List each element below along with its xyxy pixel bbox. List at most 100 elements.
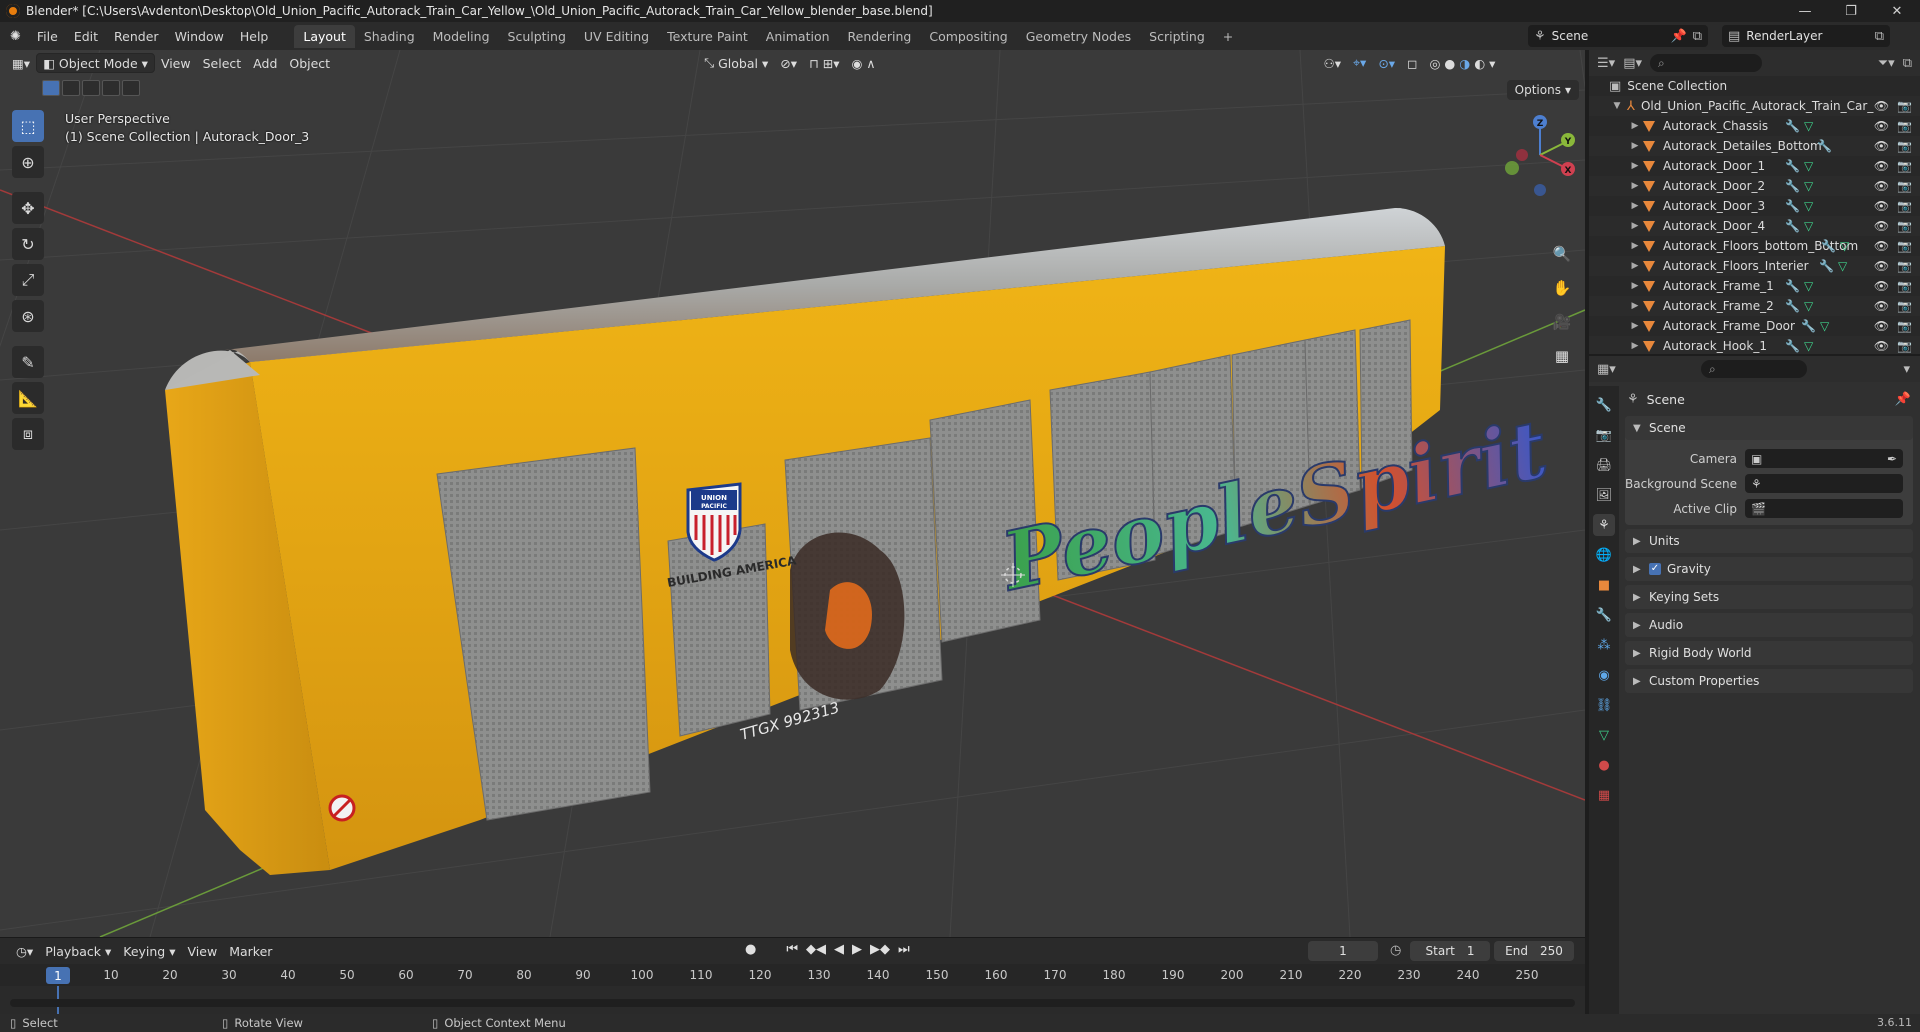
filter-icon[interactable]: ⏷▾ xyxy=(1878,57,1895,70)
next-keyframe-icon[interactable]: ▶◆ xyxy=(870,942,890,957)
camera-icon[interactable]: 📷 xyxy=(1897,179,1912,193)
camera-icon[interactable]: 📷 xyxy=(1897,219,1912,233)
gizmo-toggle-icon[interactable]: ⌖▾ xyxy=(1347,53,1372,73)
units-panel-header[interactable]: ▶ Units xyxy=(1625,529,1913,553)
eye-icon[interactable]: 👁 xyxy=(1874,319,1889,333)
outliner-search-input[interactable]: ⌕ xyxy=(1650,54,1762,72)
xray-icon[interactable]: ◻ xyxy=(1401,53,1423,73)
jump-start-icon[interactable]: ⏮ xyxy=(786,942,798,957)
expand-arrow-icon[interactable]: ▶ xyxy=(1629,321,1641,331)
eye-icon[interactable]: 👁 xyxy=(1874,159,1889,173)
camera-icon[interactable]: 📷 xyxy=(1897,339,1912,353)
properties-editor-type-icon[interactable]: ▦▾ xyxy=(1597,363,1616,376)
object-tab-icon[interactable]: ■ xyxy=(1593,574,1615,596)
world-tab-icon[interactable]: 🌐 xyxy=(1593,544,1615,566)
pan-hand-icon[interactable]: ✋ xyxy=(1548,274,1576,302)
scene-selector[interactable]: ⚘ Scene 📌 ⧉ xyxy=(1528,25,1708,47)
tab-shading[interactable]: Shading xyxy=(355,25,424,48)
expand-arrow-icon[interactable]: ▶ xyxy=(1629,161,1641,171)
select-subtract-icon[interactable] xyxy=(82,80,100,96)
play-reverse-icon[interactable]: ◀ xyxy=(834,942,844,957)
zoom-icon[interactable]: 🔍 xyxy=(1548,240,1576,268)
modifier-icon[interactable]: 🔧 xyxy=(1785,279,1800,293)
camera-icon[interactable]: 📷 xyxy=(1897,299,1912,313)
outliner-item[interactable]: ▶ Autorack_Hook_1 🔧 ▽ 👁 📷 xyxy=(1589,336,1920,354)
expand-arrow-icon[interactable]: ▶ xyxy=(1629,261,1641,271)
data-tab-icon[interactable]: ▽ xyxy=(1593,724,1615,746)
active-clip-field[interactable]: 🎬 xyxy=(1745,499,1903,518)
options-button[interactable]: Options ▾ xyxy=(1506,80,1579,100)
chevron-down-icon[interactable]: ▾ xyxy=(1903,363,1910,376)
mesh-data-icon[interactable]: ▽ xyxy=(1804,279,1813,293)
playback-menu[interactable]: Playback ▾ xyxy=(39,941,117,961)
tab-animation[interactable]: Animation xyxy=(757,25,839,48)
outliner-item[interactable]: ▶ Autorack_Door_3 🔧 ▽ 👁 📷 xyxy=(1589,196,1920,216)
eye-icon[interactable]: 👁 xyxy=(1874,99,1889,113)
camera-icon[interactable]: 📷 xyxy=(1897,99,1912,113)
scene-panel-header[interactable]: ▼ Scene xyxy=(1625,416,1913,440)
eye-icon[interactable]: 👁 xyxy=(1874,119,1889,133)
modifier-icon[interactable]: 🔧 xyxy=(1821,239,1836,253)
mesh-data-icon[interactable]: ▽ xyxy=(1804,119,1813,133)
measure-tool-icon[interactable]: 📐 xyxy=(12,382,44,414)
eye-icon[interactable]: 👁 xyxy=(1874,239,1889,253)
expand-arrow-icon[interactable]: ▶ xyxy=(1629,141,1641,151)
visibility-icon[interactable]: ⚇▾ xyxy=(1318,53,1347,73)
camera-icon[interactable]: 📷 xyxy=(1897,239,1912,253)
expand-arrow-icon[interactable]: ▼ xyxy=(1611,101,1623,111)
background-scene-field[interactable]: ⚘ xyxy=(1745,474,1903,493)
modifier-icon[interactable]: 🔧 xyxy=(1785,299,1800,313)
eye-icon[interactable]: 👁 xyxy=(1874,279,1889,293)
physics-tab-icon[interactable]: ◉ xyxy=(1593,664,1615,686)
mode-dropdown[interactable]: ◧ Object Mode ▾ xyxy=(36,53,155,73)
output-tab-icon[interactable]: 🖨 xyxy=(1593,454,1615,476)
select-invert-icon[interactable] xyxy=(102,80,120,96)
tab-uv-editing[interactable]: UV Editing xyxy=(575,25,658,48)
maximize-button[interactable]: ❐ xyxy=(1828,0,1874,22)
outliner-item[interactable]: ▶ Autorack_Door_1 🔧 ▽ 👁 📷 xyxy=(1589,156,1920,176)
expand-arrow-icon[interactable]: ▶ xyxy=(1629,181,1641,191)
mesh-data-icon[interactable]: ▽ xyxy=(1838,259,1847,273)
menu-render[interactable]: Render xyxy=(106,29,167,44)
eye-icon[interactable]: 👁 xyxy=(1874,259,1889,273)
expand-arrow-icon[interactable]: ▶ xyxy=(1629,201,1641,211)
clock-icon[interactable]: ◷ xyxy=(1390,944,1401,957)
tab-scripting[interactable]: Scripting xyxy=(1140,25,1214,48)
record-icon[interactable]: ● xyxy=(745,942,756,957)
mesh-data-icon[interactable]: ▽ xyxy=(1804,299,1813,313)
camera-icon[interactable]: 📷 xyxy=(1897,159,1912,173)
outliner-item[interactable]: ▶ Autorack_Chassis 🔧 ▽ 👁 📷 xyxy=(1589,116,1920,136)
mesh-data-icon[interactable]: ▽ xyxy=(1804,339,1813,353)
particles-tab-icon[interactable]: ⁂ xyxy=(1593,634,1615,656)
tab-geometry-nodes[interactable]: Geometry Nodes xyxy=(1017,25,1140,48)
end-frame-field[interactable]: End 250 xyxy=(1494,941,1574,961)
camera-icon[interactable]: 📷 xyxy=(1897,279,1912,293)
snap-icon[interactable]: ⊓ ⊞▾ xyxy=(803,53,845,73)
eyedropper-icon[interactable]: ✒ xyxy=(1887,452,1897,466)
tab-sculpting[interactable]: Sculpting xyxy=(499,25,575,48)
eye-icon[interactable]: 👁 xyxy=(1874,179,1889,193)
timeline-ruler[interactable]: 1 10 20 30 40 50 60 70 80 90 100 110 120 130 140 150 16… xyxy=(0,964,1585,986)
keying-menu[interactable]: Keying ▾ xyxy=(117,941,181,961)
expand-arrow-icon[interactable]: ▶ xyxy=(1629,121,1641,131)
autorack-train-car[interactable]: PeopleSpirit UNION PACIFIC BUILDING AMER… xyxy=(165,208,1556,875)
shading-modes[interactable]: ◎ ● ◑ ◐ ▾ xyxy=(1423,53,1501,73)
mesh-data-icon[interactable]: ▽ xyxy=(1804,219,1813,233)
collection-row[interactable]: ▼ ⅄ Old_Union_Pacific_Autorack_Train_Car… xyxy=(1589,96,1920,116)
camera-icon[interactable]: 📷 xyxy=(1897,259,1912,273)
view-layer-tab-icon[interactable]: 🖼 xyxy=(1593,484,1615,506)
outliner-item[interactable]: ▶ Autorack_Frame_Door 🔧 ▽ 👁 📷 xyxy=(1589,316,1920,336)
audio-panel-header[interactable]: ▶ Audio xyxy=(1625,613,1913,637)
select-box-tool-icon[interactable]: ⬚ xyxy=(12,110,44,142)
modifier-icon[interactable]: 🔧 xyxy=(1785,179,1800,193)
proportional-edit-icon[interactable]: ◉ ∧ xyxy=(846,53,882,73)
camera-icon[interactable]: 📷 xyxy=(1897,119,1912,133)
close-button[interactable]: ✕ xyxy=(1874,0,1920,22)
eye-icon[interactable]: 👁 xyxy=(1874,199,1889,213)
modifier-icon[interactable]: 🔧 xyxy=(1817,139,1832,153)
outliner-item[interactable]: ▶ Autorack_Detailes_Bottom 🔧 👁 📷 xyxy=(1589,136,1920,156)
camera-icon[interactable]: 📷 xyxy=(1897,319,1912,333)
pivot-icon[interactable]: ⊘▾ xyxy=(774,53,803,73)
menu-window[interactable]: Window xyxy=(167,29,232,44)
texture-tab-icon[interactable]: ▦ xyxy=(1593,784,1615,806)
